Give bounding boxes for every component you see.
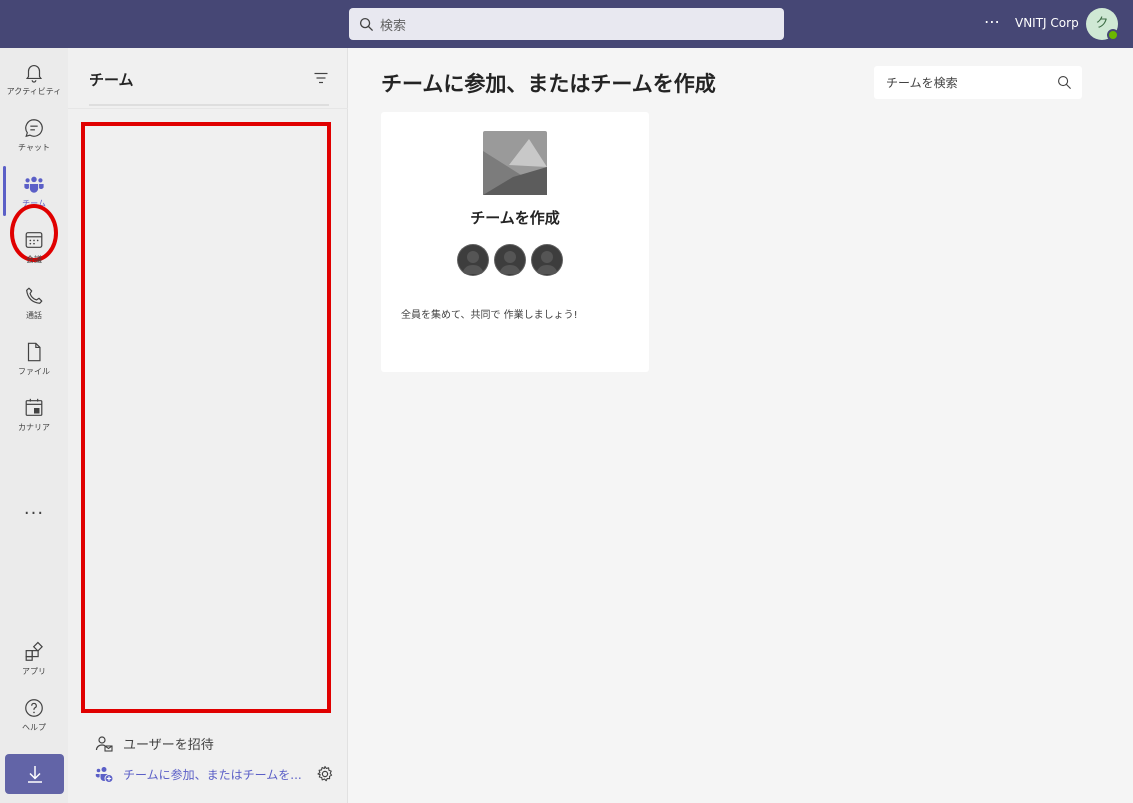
- team-search-input[interactable]: チームを検索: [874, 66, 1082, 99]
- panel-separator: [68, 108, 348, 109]
- card-title: チームを作成: [470, 209, 560, 227]
- search-placeholder: 検索: [380, 18, 407, 34]
- canary-icon: [25, 398, 43, 416]
- panel-title: チーム: [89, 71, 134, 89]
- join-or-create-team-button[interactable]: チームに参加、またはチームを...: [95, 765, 302, 783]
- rail-item-meetings[interactable]: 会議: [0, 222, 68, 272]
- more-apps-button[interactable]: ···: [0, 503, 68, 524]
- presence-status-icon: [1107, 29, 1119, 41]
- create-team-card[interactable]: チームを作成 全員を集めて、共同で 作業しましょう!: [381, 112, 649, 372]
- teams-panel: チーム ユーザーを招待 チームに参加、またはチームを...: [68, 48, 348, 803]
- rail-item-label: アクティビティ: [6, 87, 62, 96]
- rail-item-apps[interactable]: アプリ: [0, 634, 68, 684]
- card-description: 全員を集めて、共同で 作業しましょう!: [401, 310, 578, 321]
- download-button[interactable]: [5, 754, 64, 794]
- rail-item-label: ファイル: [18, 367, 50, 376]
- annotation-box: [81, 122, 331, 713]
- team-search-placeholder: チームを検索: [886, 76, 958, 90]
- app-bar: アクティビティ チャット チーム 会議 通話 ファイル カナリア ··· アプリ…: [0, 48, 68, 803]
- help-icon: [25, 699, 43, 717]
- rail-item-label: ヘルプ: [22, 723, 46, 732]
- page-title: チームに参加、またはチームを作成: [381, 72, 716, 96]
- phone-icon: [26, 287, 43, 304]
- rail-item-label: チャット: [18, 143, 50, 152]
- title-bar: 検索 ⋯ VNITJ Corp ク: [0, 0, 1133, 48]
- rail-item-help[interactable]: ヘルプ: [0, 690, 68, 740]
- filter-icon[interactable]: [313, 70, 329, 86]
- person-avatar-icon: [494, 244, 526, 276]
- org-name[interactable]: VNITJ Corp: [1015, 16, 1079, 30]
- invite-people-button[interactable]: ユーザーを招待: [95, 734, 214, 753]
- teams-icon: [24, 176, 44, 193]
- person-avatar-icon: [457, 244, 489, 276]
- rail-item-files[interactable]: ファイル: [0, 334, 68, 384]
- join-label: チームに参加、またはチームを...: [123, 767, 302, 782]
- apps-icon: [25, 641, 43, 661]
- download-icon: [27, 766, 42, 783]
- rail-item-label: アプリ: [22, 667, 46, 676]
- rail-item-label: 通話: [26, 311, 42, 320]
- rail-item-canary[interactable]: カナリア: [0, 390, 68, 440]
- rail-item-calls[interactable]: 通話: [0, 278, 68, 328]
- gear-icon[interactable]: [316, 765, 334, 783]
- calendar-icon: [25, 232, 43, 248]
- rail-item-label: 会議: [26, 255, 42, 264]
- search-box[interactable]: 検索: [349, 8, 784, 40]
- search-icon: [1058, 76, 1071, 89]
- rail-item-chat[interactable]: チャット: [0, 110, 68, 160]
- invite-person-icon: [95, 735, 113, 752]
- panel-divider: [89, 104, 329, 106]
- people-avatars: [457, 244, 563, 276]
- chat-icon: [25, 119, 43, 138]
- bell-icon: [25, 65, 43, 83]
- active-indicator: [3, 166, 6, 216]
- more-options-button[interactable]: ⋯: [981, 13, 1003, 35]
- person-avatar-icon: [531, 244, 563, 276]
- file-icon: [27, 342, 41, 362]
- team-placeholder-image: [483, 131, 547, 195]
- rail-item-label: カナリア: [18, 423, 50, 432]
- invite-label: ユーザーを招待: [123, 738, 214, 753]
- join-team-icon: [95, 767, 113, 783]
- search-icon: [359, 17, 374, 31]
- rail-item-activity[interactable]: アクティビティ: [0, 54, 68, 104]
